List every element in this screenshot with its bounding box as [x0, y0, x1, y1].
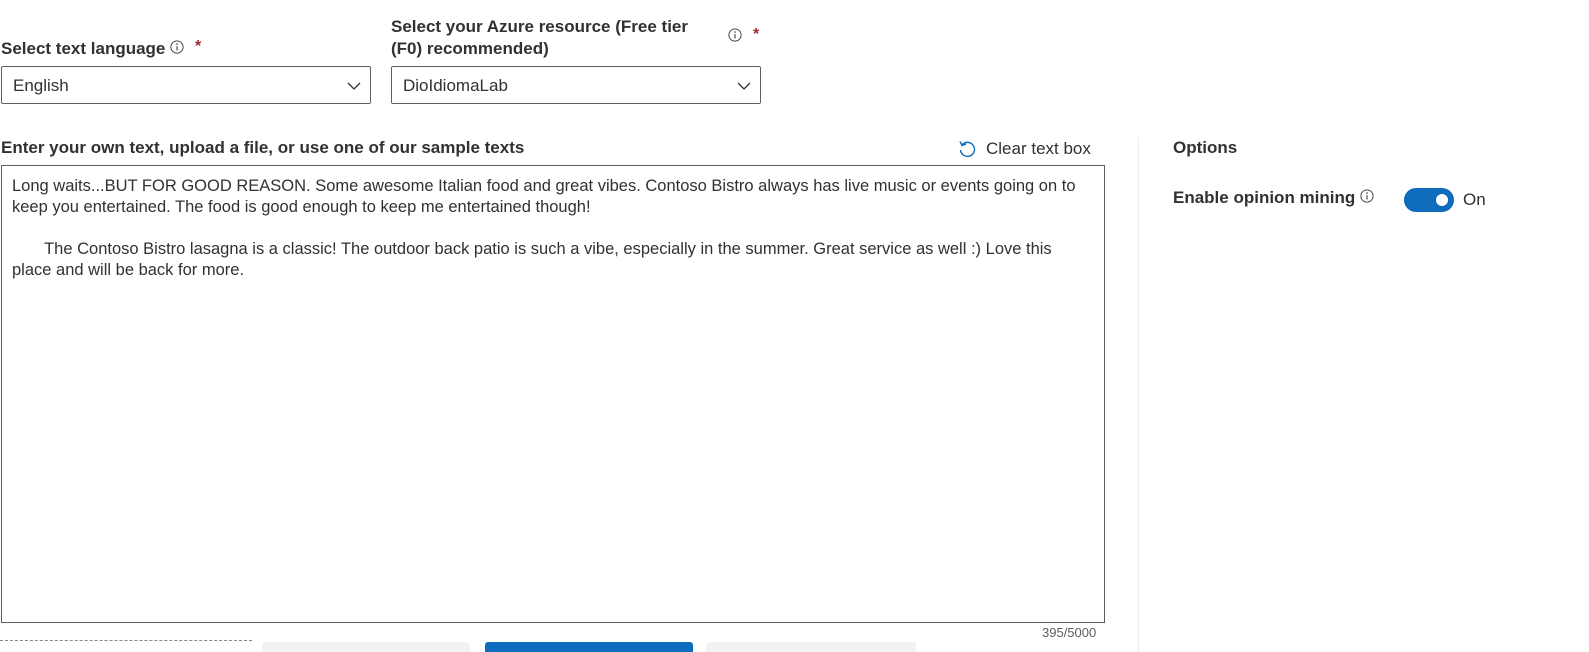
- character-counter: 395/5000: [1042, 625, 1097, 640]
- required-marker: *: [753, 26, 760, 43]
- language-selected-value: English: [13, 76, 69, 95]
- clear-text-label: Clear text box: [986, 139, 1091, 158]
- options-title: Options: [1173, 138, 1238, 157]
- upload-drop-zone-edge[interactable]: [0, 640, 252, 641]
- opinion-mining-label: Enable opinion mining: [1173, 188, 1356, 207]
- resource-dropdown[interactable]: DioIdiomaLab: [391, 66, 761, 104]
- opinion-mining-toggle[interactable]: [1404, 188, 1454, 212]
- chevron-down-icon: [347, 82, 361, 90]
- opinion-mining-state: On: [1463, 190, 1486, 209]
- info-icon[interactable]: [1360, 189, 1374, 203]
- sample-text-button[interactable]: [262, 642, 470, 652]
- input-section-label: Enter your own text, upload a file, or u…: [1, 138, 525, 157]
- section-divider: [1138, 137, 1139, 652]
- secondary-action-button[interactable]: [706, 642, 916, 652]
- language-dropdown[interactable]: English: [1, 66, 371, 104]
- primary-action-button[interactable]: [485, 642, 693, 652]
- chevron-down-icon: [737, 82, 751, 90]
- info-icon[interactable]: [728, 28, 742, 42]
- toggle-knob: [1436, 194, 1448, 206]
- required-marker: *: [195, 38, 202, 55]
- undo-icon: [959, 141, 976, 158]
- resource-selected-value: DioIdiomaLab: [403, 76, 508, 95]
- text-analysis-form: Select text language * English Select yo…: [0, 0, 1589, 652]
- info-icon[interactable]: [170, 40, 184, 54]
- resource-label: Select your Azure resource (Free tier (F…: [391, 17, 688, 58]
- text-input-area[interactable]: Long waits...BUT FOR GOOD REASON. Some a…: [1, 165, 1105, 623]
- language-label: Select text language: [1, 39, 166, 58]
- clear-text-button[interactable]: Clear text box: [957, 137, 1091, 161]
